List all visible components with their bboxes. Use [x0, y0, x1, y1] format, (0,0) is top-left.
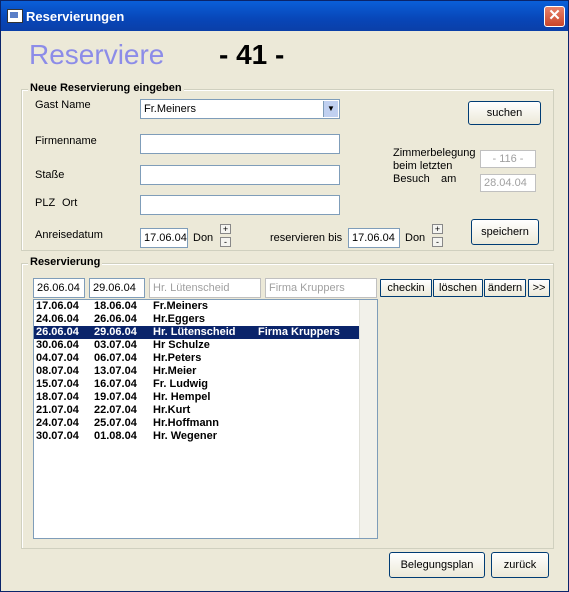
list-item-name: Hr.Kurt	[153, 404, 191, 416]
close-button[interactable]: ✕	[544, 6, 565, 27]
reservation-legend: Reservierung	[28, 256, 103, 268]
gast-name-select[interactable]: Fr.Meiners ▼	[140, 99, 340, 119]
list-item-to: 03.07.04	[94, 339, 137, 351]
list-item-from: 04.07.04	[36, 352, 79, 364]
gast-name-value: Fr.Meiners	[144, 103, 196, 115]
anreise-day-label: Don	[193, 232, 214, 244]
list-item-to: 06.07.04	[94, 352, 137, 364]
strasse-label: Staße	[35, 169, 65, 181]
list-item[interactable]: 30.06.04 03.07.04 Hr Schulze	[34, 339, 377, 352]
list-item[interactable]: 15.07.04 16.07.04 Fr. Ludwig	[34, 378, 377, 391]
reservation-rows: 17.06.04 18.06.04 Fr.Meiners 24.06.04 26.06.…	[34, 300, 377, 443]
gast-name-label: Gast Name	[35, 99, 91, 111]
list-item-from: 15.07.04	[36, 378, 79, 390]
firmenname-label: Firmenname	[35, 135, 97, 147]
list-item-to: 26.06.04	[94, 313, 137, 325]
new-reservation-legend: Neue Reservierung eingeben	[28, 82, 184, 94]
list-item-to: 22.07.04	[94, 404, 137, 416]
list-item-name: Hr. Wegener	[153, 430, 217, 442]
plz-label: PLZ	[35, 197, 56, 209]
zimmer-date-field: 28.04.04	[480, 174, 536, 192]
list-item-name: Fr. Ludwig	[153, 378, 208, 390]
anreisedatum-label: Anreisedatum	[35, 229, 103, 241]
list-item[interactable]: 18.07.04 19.07.04 Hr. Hempel	[34, 391, 377, 404]
list-item-from: 17.06.04	[36, 300, 79, 312]
list-item-name: Hr.Hoffmann	[153, 417, 219, 429]
zimmer-number-field: - 116 -	[480, 150, 536, 168]
reservation-list[interactable]: 17.06.04 18.06.04 Fr.Meiners 24.06.04 26.06.…	[33, 299, 378, 539]
more-button[interactable]: >>	[528, 279, 550, 297]
ort-label: Ort	[62, 197, 78, 209]
zimmer-label-line4: am	[441, 173, 457, 185]
list-item-to: 19.07.04	[94, 391, 137, 403]
list-item-name: Hr Schulze	[153, 339, 210, 351]
zimmer-label-line3: Besuch	[393, 173, 430, 185]
res-firma-field: Firma Kruppers	[265, 278, 377, 298]
anreise-plus-button[interactable]: +	[220, 224, 231, 234]
aendern-button[interactable]: ändern	[484, 279, 526, 297]
chevron-down-icon[interactable]: ▼	[323, 101, 338, 117]
zimmer-label-line2: beim letzten	[393, 160, 453, 172]
list-item[interactable]: 24.07.04 25.07.04 Hr.Hoffmann	[34, 417, 377, 430]
list-item-to: 13.07.04	[94, 365, 137, 377]
anreise-minus-button[interactable]: -	[220, 237, 231, 247]
list-item-to: 29.06.04	[94, 326, 137, 338]
list-item-from: 24.06.04	[36, 313, 79, 325]
list-item-name: Hr.Meier	[153, 365, 197, 377]
zurueck-button[interactable]: zurück	[491, 552, 549, 578]
list-item[interactable]: 04.07.04 06.07.04 Hr.Peters	[34, 352, 377, 365]
app-icon	[7, 9, 23, 23]
res-name-field: Hr. Lütenscheid	[149, 278, 261, 298]
belegungsplan-button[interactable]: Belegungsplan	[389, 552, 485, 578]
res-from-input[interactable]: 26.06.04	[33, 278, 85, 298]
list-item-name: Fr.Meiners	[153, 300, 209, 312]
list-item-name: Hr. Lütenscheid	[153, 326, 236, 338]
list-item-from: 30.06.04	[36, 339, 79, 351]
bis-plus-button[interactable]: +	[432, 224, 443, 234]
list-item-name: Hr. Hempel	[153, 391, 211, 403]
suchen-button[interactable]: suchen	[468, 101, 541, 125]
list-item[interactable]: 26.06.04 29.06.04 Hr. Lütenscheid Firma Kru…	[34, 326, 377, 339]
list-item-to: 25.07.04	[94, 417, 137, 429]
reservieren-bis-input[interactable]: 17.06.04	[348, 228, 400, 248]
title-bar[interactable]: Reservierungen ✕	[1, 1, 568, 31]
window-title: Reservierungen	[26, 9, 125, 24]
list-item-to: 18.06.04	[94, 300, 137, 312]
list-item-firma: Firma Kruppers	[258, 326, 340, 338]
vertical-scrollbar[interactable]	[359, 300, 377, 538]
list-item[interactable]: 21.07.04 22.07.04 Hr.Kurt	[34, 404, 377, 417]
list-item[interactable]: 17.06.04 18.06.04 Fr.Meiners	[34, 300, 377, 313]
list-item-from: 18.07.04	[36, 391, 79, 403]
speichern-button[interactable]: speichern	[471, 219, 539, 245]
zimmer-label-line1: Zimmerbelegung	[393, 147, 476, 159]
list-item-name: Hr.Eggers	[153, 313, 205, 325]
list-item-from: 08.07.04	[36, 365, 79, 377]
list-item-to: 01.08.04	[94, 430, 137, 442]
list-item-from: 24.07.04	[36, 417, 79, 429]
list-item-from: 21.07.04	[36, 404, 79, 416]
reservierungen-window: Reservierungen ✕ Reserviere - 41 - Neue …	[0, 0, 569, 592]
plz-ort-input[interactable]	[140, 195, 340, 215]
bis-day-label: Don	[405, 232, 426, 244]
anreisedatum-input[interactable]: 17.06.04	[140, 228, 188, 248]
strasse-input[interactable]	[140, 165, 340, 185]
list-item[interactable]: 08.07.04 13.07.04 Hr.Meier	[34, 365, 377, 378]
res-to-input[interactable]: 29.06.04	[89, 278, 145, 298]
bis-minus-button[interactable]: -	[432, 237, 443, 247]
page-title: Reserviere	[29, 39, 165, 70]
reservation-number: - 41 -	[219, 39, 285, 70]
list-item[interactable]: 30.07.04 01.08.04 Hr. Wegener	[34, 430, 377, 443]
list-item-from: 30.07.04	[36, 430, 79, 442]
list-item-from: 26.06.04	[36, 326, 79, 338]
loeschen-button[interactable]: löschen	[433, 279, 483, 297]
list-item-name: Hr.Peters	[153, 352, 202, 364]
firmenname-input[interactable]	[140, 134, 340, 154]
list-item-to: 16.07.04	[94, 378, 137, 390]
reservieren-bis-label: reservieren bis	[270, 232, 343, 244]
list-item[interactable]: 24.06.04 26.06.04 Hr.Eggers	[34, 313, 377, 326]
checkin-button[interactable]: checkin	[380, 279, 432, 297]
